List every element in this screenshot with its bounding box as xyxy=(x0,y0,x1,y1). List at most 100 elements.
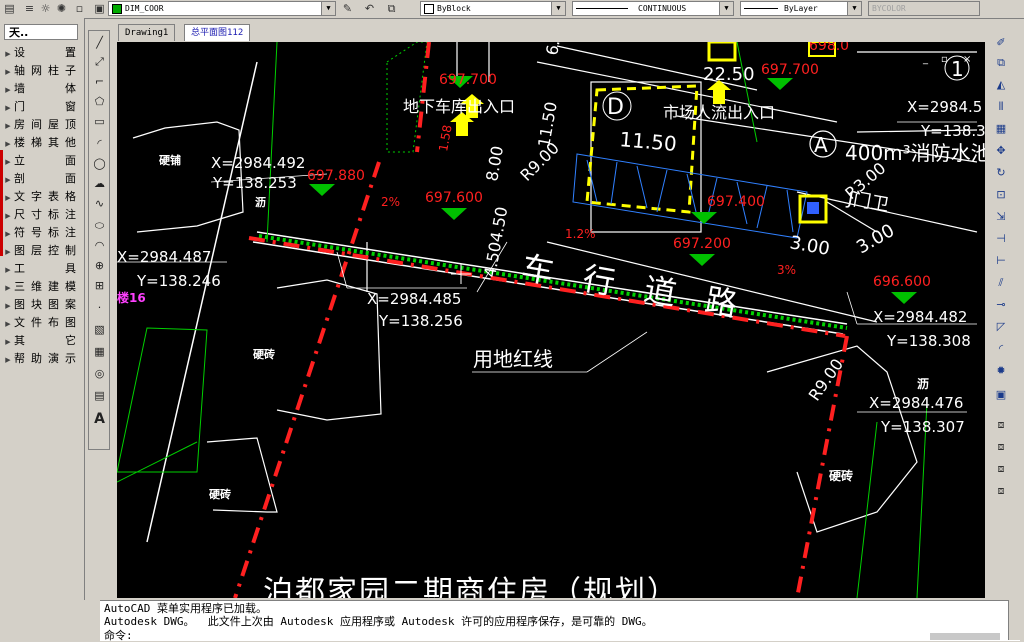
draworder-above-icon[interactable]: ⧈ xyxy=(992,460,1010,478)
drawing-text: 车 行 道 路 用地红线 地下车库出入口 市场人流出入口 400m³消防水池 J… xyxy=(117,42,985,598)
fillet-icon[interactable]: ◜ xyxy=(992,340,1010,358)
gradient-icon[interactable]: ▦ xyxy=(91,343,108,360)
level-4: 697.600 xyxy=(425,190,483,206)
draworder-back-icon[interactable]: ⧈ xyxy=(992,438,1010,456)
coord-x-3: X=2984.485 xyxy=(367,290,461,308)
elev-3003: 3.00 xyxy=(788,232,831,260)
insert-block-icon[interactable]: ⊕ xyxy=(91,257,108,274)
panel-item[interactable]: ▶ 符号标注 xyxy=(2,224,82,242)
restore-icon[interactable]: ▫ xyxy=(941,54,948,65)
erase-icon[interactable]: ✐ xyxy=(992,34,1010,52)
join-icon[interactable]: ⊸ xyxy=(992,296,1010,314)
panel-item[interactable]: ▶ 图层控制 xyxy=(2,242,82,260)
panel-item[interactable]: ▶ 设 置 xyxy=(2,44,82,62)
panel-item[interactable]: ▶ 文件布图 xyxy=(2,314,82,332)
break-icon[interactable]: ⫽ xyxy=(992,274,1010,292)
lineweight-combo[interactable]: ByLayer ▼ xyxy=(740,1,862,16)
mtext-icon[interactable]: A xyxy=(91,411,108,428)
panel-item-label: 三维建模 xyxy=(14,280,76,293)
chevron-down-icon[interactable]: ▼ xyxy=(551,2,565,15)
tab-site-plan[interactable]: 总平面图112 xyxy=(184,24,251,41)
panel-item[interactable]: ▶ 三维建模 xyxy=(2,278,82,296)
panel-item[interactable]: ▶ 立 面 xyxy=(2,152,82,170)
command-scrollbar[interactable] xyxy=(1008,600,1023,640)
layer-color-icon[interactable]: ▣ xyxy=(92,1,107,16)
extend-icon[interactable]: ⊢ xyxy=(992,252,1010,270)
circle-icon[interactable]: ◯ xyxy=(91,155,108,172)
command-history-line: Autodesk DWG。 此文件上次由 Autodesk 应用程序或 Auto… xyxy=(104,615,653,628)
make-current-icon[interactable]: ✎ xyxy=(340,1,355,16)
mirror-icon[interactable]: ◭ xyxy=(992,76,1010,94)
panel-item[interactable]: ▶ 剖 面 xyxy=(2,170,82,188)
panel-item[interactable]: ▶ 墙 体 xyxy=(2,80,82,98)
panel-title[interactable]: 天.. xyxy=(4,24,78,40)
point-icon[interactable]: · xyxy=(91,299,108,316)
minimize-icon[interactable]: _ xyxy=(922,54,929,65)
make-block-icon[interactable]: ⊞ xyxy=(91,277,108,294)
xline-icon[interactable]: ⤢ xyxy=(91,53,108,70)
layer-previous-icon[interactable]: ↶ xyxy=(362,1,377,16)
panel-item[interactable]: ▶ 文字表格 xyxy=(2,188,82,206)
offset-icon[interactable]: ⫴ xyxy=(992,98,1010,116)
panel-item[interactable]: ▶ 门 窗 xyxy=(2,98,82,116)
rotate-icon[interactable]: ↻ xyxy=(992,164,1010,182)
region-icon[interactable]: ◎ xyxy=(91,365,108,382)
panel-item-label: 设 置 xyxy=(14,46,76,59)
tab-drawing1[interactable]: Drawing1 xyxy=(118,24,176,41)
chevron-down-icon[interactable]: ▼ xyxy=(321,2,335,15)
ellipse-icon[interactable]: ⬭ xyxy=(91,217,108,234)
panel-item[interactable]: ▶ 楼梯其他 xyxy=(2,134,82,152)
panel-item[interactable]: ▶ 工 具 xyxy=(2,260,82,278)
sun-icon[interactable]: ✺ xyxy=(54,1,69,16)
explode-icon[interactable]: ✹ xyxy=(992,362,1010,380)
panel-item[interactable]: ▶ 尺寸标注 xyxy=(2,206,82,224)
rectangle-icon[interactable]: ▭ xyxy=(91,113,108,130)
polygon-icon[interactable]: ⬠ xyxy=(91,93,108,110)
move-icon[interactable]: ✥ xyxy=(992,142,1010,160)
layer-manager-icon[interactable]: ▤ xyxy=(2,1,17,16)
draworder-under-icon[interactable]: ⧈ xyxy=(992,482,1010,500)
table-icon[interactable]: ▤ xyxy=(91,387,108,404)
panel-item[interactable]: ▶ 轴网柱子 xyxy=(2,62,82,80)
layer-states-icon[interactable]: ≡ xyxy=(22,1,37,16)
chamfer-icon[interactable]: ◸ xyxy=(992,318,1010,336)
expand-arrow-icon: ▶ xyxy=(5,248,11,256)
lock-icon[interactable]: ▫ xyxy=(72,1,87,16)
hatch-icon[interactable]: ▧ xyxy=(91,321,108,338)
panel-item[interactable]: ▶ 其 它 xyxy=(2,332,82,350)
expand-arrow-icon: ▶ xyxy=(5,356,11,364)
layer-walk-icon[interactable]: ⧉ xyxy=(384,1,399,16)
polyline-icon[interactable]: ⌐ xyxy=(91,73,108,90)
layer-value: DIM_COOR xyxy=(125,4,164,13)
panel-item[interactable]: ▶ 房间屋顶 xyxy=(2,116,82,134)
arc-icon[interactable]: ◜ xyxy=(91,135,108,152)
line-icon[interactable]: ╱ xyxy=(91,34,108,51)
panel-item[interactable]: ▶ 图块图案 xyxy=(2,296,82,314)
trim-icon[interactable]: ⊣ xyxy=(992,230,1010,248)
level-7: 697.400 xyxy=(707,194,765,210)
expand-arrow-icon: ▶ xyxy=(5,140,11,148)
panel-item[interactable]: ▶ 帮助演示 xyxy=(2,350,82,368)
linetype-combo[interactable]: CONTINUOUS ▼ xyxy=(572,1,734,16)
color-combo[interactable]: ByBlock ▼ xyxy=(420,1,566,16)
draworder-front-icon[interactable]: ⧈ xyxy=(992,416,1010,434)
layer-combo[interactable]: DIM_COOR ▼ xyxy=(108,1,336,16)
properties-icon[interactable]: ▣ xyxy=(992,386,1010,404)
chevron-down-icon[interactable]: ▼ xyxy=(847,2,861,15)
copy-icon[interactable]: ⧉ xyxy=(992,54,1010,72)
command-hscroll[interactable] xyxy=(930,633,1000,640)
stretch-icon[interactable]: ⇲ xyxy=(992,208,1010,226)
chevron-down-icon[interactable]: ▼ xyxy=(719,2,733,15)
expand-arrow-icon: ▶ xyxy=(5,122,11,130)
spline-icon[interactable]: ∿ xyxy=(91,195,108,212)
dim-600: 6.00 xyxy=(542,42,567,57)
command-prompt[interactable]: 命令: xyxy=(104,629,133,642)
ellipse-arc-icon[interactable]: ◠ xyxy=(91,237,108,254)
bulb-icon[interactable]: ☼ xyxy=(38,1,53,16)
array-icon[interactable]: ▦ xyxy=(992,120,1010,138)
close-icon[interactable]: × xyxy=(963,54,971,65)
scale-icon[interactable]: ⊡ xyxy=(992,186,1010,204)
revcloud-icon[interactable]: ☁ xyxy=(91,175,108,192)
drawing-canvas[interactable]: 车 行 道 路 用地红线 地下车库出入口 市场人流出入口 400m³消防水池 J… xyxy=(117,42,985,598)
plotstyle-value: BYCOLOR xyxy=(872,4,906,13)
